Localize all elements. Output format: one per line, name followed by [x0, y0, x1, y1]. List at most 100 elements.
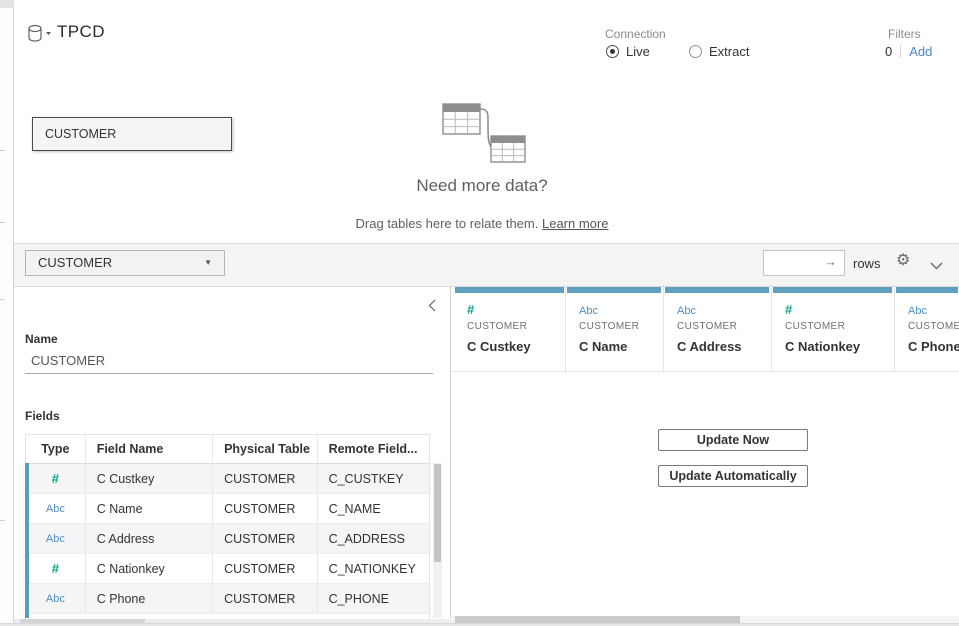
- relate-tables-illustration: [425, 96, 545, 175]
- remote-field-cell: C_ADDRESS: [318, 524, 429, 553]
- connection-extract-radio[interactable]: Extract: [689, 44, 749, 59]
- live-radio-label: Live: [626, 44, 650, 59]
- empty-state-title: Need more data?: [14, 176, 950, 196]
- column-table-label: CUSTOMER: [579, 321, 662, 332]
- name-label: Name: [25, 332, 58, 346]
- table-name-input[interactable]: CUSTOMER: [31, 353, 105, 368]
- grid-header-divider: [451, 371, 959, 372]
- filters-add-link[interactable]: Add: [909, 44, 932, 59]
- divider: [900, 45, 901, 58]
- field-name-cell: C Phone: [86, 584, 213, 613]
- datasource-database-icon[interactable]: [27, 24, 57, 44]
- collapse-panel-chevron-icon[interactable]: [428, 299, 436, 317]
- number-type-icon: #: [52, 561, 59, 576]
- empty-state-hint: Drag tables here to relate them. Learn m…: [14, 216, 950, 231]
- column-table-label: CUSTOMER: [467, 321, 565, 332]
- connection-label: Connection: [605, 27, 666, 41]
- col-header-remote-field[interactable]: Remote Field...: [318, 435, 429, 463]
- grid-settings-gear-icon[interactable]: ⚙: [896, 250, 910, 270]
- rows-label: rows: [853, 256, 880, 271]
- page-title: TPCD: [57, 22, 105, 42]
- column-field-label: C Custkey: [467, 339, 565, 354]
- physical-table-cell: CUSTOMER: [213, 554, 318, 583]
- column-field-label: C Name: [579, 339, 662, 354]
- remote-field-cell: C_NAME: [318, 494, 429, 523]
- table-row[interactable]: Abc C Phone CUSTOMER C_PHONE: [26, 584, 429, 614]
- column-table-label: CUSTOMER: [908, 321, 959, 332]
- physical-table-cell: CUSTOMER: [213, 524, 318, 553]
- fields-table: Type Field Name Physical Table Remote Fi…: [25, 434, 430, 619]
- column-accent-bar: [665, 287, 769, 293]
- field-name-cell: C Nationkey: [86, 554, 213, 583]
- number-type-icon: #: [785, 302, 792, 317]
- scrollbar-thumb[interactable]: [455, 616, 740, 623]
- remote-field-cell: C_CUSTKEY: [318, 464, 429, 493]
- number-type-icon: #: [467, 302, 474, 317]
- table-selector-dropdown[interactable]: CUSTOMER ▼: [25, 250, 225, 276]
- table-details-panel: Name CUSTOMER Fields Type Field Name Phy…: [14, 287, 451, 618]
- table-icon: [491, 136, 525, 162]
- field-name-cell: C Custkey: [86, 464, 213, 493]
- grid-column-c-address[interactable]: Abc CUSTOMER C Address: [663, 287, 770, 371]
- column-accent-bar: [455, 287, 564, 293]
- col-header-physical-table[interactable]: Physical Table: [213, 435, 318, 463]
- rail-tick: [0, 150, 5, 151]
- learn-more-link[interactable]: Learn more: [542, 216, 608, 231]
- rows-count-input[interactable]: →: [763, 250, 845, 276]
- column-accent-bar: [896, 287, 958, 293]
- grid-horizontal-scrollbar[interactable]: [451, 616, 959, 623]
- column-field-label: C Address: [677, 339, 770, 354]
- dropdown-triangle-icon: ▼: [204, 251, 212, 275]
- remote-field-cell: C_PHONE: [318, 584, 429, 613]
- input-underline: [25, 373, 433, 374]
- col-header-field-name[interactable]: Field Name: [86, 435, 213, 463]
- connection-live-radio[interactable]: Live: [606, 44, 650, 59]
- collapse-grid-chevron-icon[interactable]: [930, 257, 943, 275]
- filters-label: Filters: [888, 27, 921, 41]
- field-name-cell: C Address: [86, 524, 213, 553]
- grid-column-c-custkey[interactable]: # CUSTOMER C Custkey: [454, 287, 565, 371]
- filters-row: 0 Add: [885, 44, 932, 59]
- table-row[interactable]: Abc C Address CUSTOMER C_ADDRESS: [26, 524, 429, 554]
- column-accent-bar: [567, 287, 661, 293]
- scrollbar-corner: [0, 0, 14, 8]
- column-field-label: C Phone: [908, 339, 959, 354]
- physical-table-cell: CUSTOMER: [213, 584, 318, 613]
- physical-table-cell: CUSTOMER: [213, 494, 318, 523]
- table-row[interactable]: # C Nationkey CUSTOMER C_NATIONKEY: [26, 554, 429, 584]
- column-field-label: C Nationkey: [785, 339, 893, 354]
- rail-tick: [0, 222, 5, 223]
- fields-label: Fields: [25, 409, 60, 423]
- grid-column-c-name[interactable]: Abc CUSTOMER C Name: [565, 287, 662, 371]
- table-row[interactable]: Abc C Name CUSTOMER C_NAME: [26, 494, 429, 524]
- left-pane-rail[interactable]: [0, 0, 14, 626]
- drag-hint-text: Drag tables here to relate them.: [356, 216, 539, 231]
- column-accent-bar: [773, 287, 892, 293]
- string-type-icon: Abc: [579, 305, 598, 317]
- string-type-icon: Abc: [677, 305, 696, 317]
- radio-selected-icon[interactable]: [606, 45, 619, 58]
- canvas-table-node-customer[interactable]: CUSTOMER: [32, 117, 232, 151]
- update-now-button[interactable]: Update Now: [658, 429, 808, 451]
- string-type-icon: Abc: [46, 533, 65, 545]
- table-selector-value: CUSTOMER: [38, 255, 112, 270]
- number-type-icon: #: [52, 471, 59, 486]
- data-preview-grid: # CUSTOMER C Custkey Abc CUSTOMER C Name…: [451, 287, 959, 618]
- fields-table-vertical-scrollbar[interactable]: [433, 463, 442, 618]
- rail-tick: [0, 299, 5, 300]
- radio-unselected-icon[interactable]: [689, 45, 702, 58]
- update-automatically-button[interactable]: Update Automatically: [658, 465, 808, 487]
- relationship-noodle: [480, 109, 491, 147]
- string-type-icon: Abc: [46, 593, 65, 605]
- table-icon: [443, 104, 480, 134]
- string-type-icon: Abc: [46, 503, 65, 515]
- grid-column-c-nationkey[interactable]: # CUSTOMER C Nationkey: [771, 287, 893, 371]
- scrollbar-thumb[interactable]: [434, 464, 441, 562]
- arrow-right-icon: →: [824, 254, 837, 269]
- field-name-cell: C Name: [86, 494, 213, 523]
- table-row[interactable]: # C Custkey CUSTOMER C_CUSTKEY: [26, 464, 429, 494]
- col-header-type[interactable]: Type: [26, 435, 86, 463]
- string-type-icon: Abc: [908, 305, 927, 317]
- chevron-down-icon: [46, 32, 51, 35]
- grid-column-c-phone[interactable]: Abc CUSTOMER C Phone: [894, 287, 959, 371]
